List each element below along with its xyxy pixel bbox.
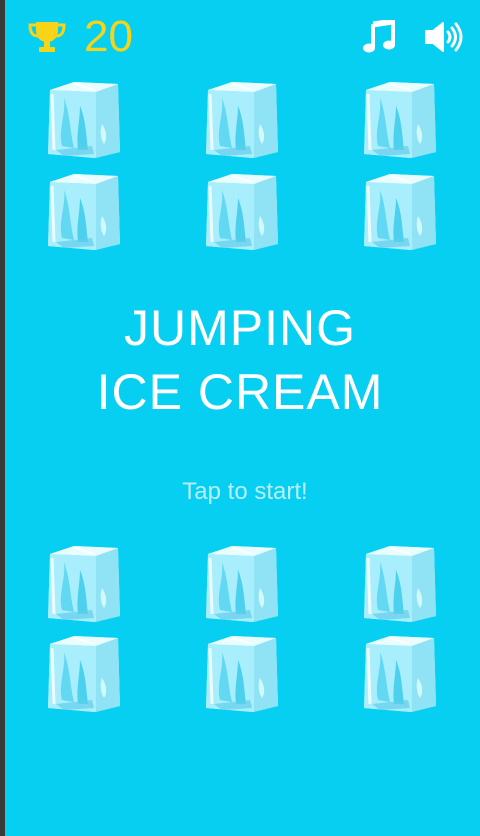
- ice-cube-icon: [206, 546, 278, 622]
- ice-cube-icon: [364, 82, 436, 158]
- score-display: 20: [28, 14, 133, 60]
- speaker-icon: [425, 22, 463, 52]
- ice-cube-icon: [364, 636, 436, 712]
- game-title-line-2: ICE CREAM: [96, 364, 384, 420]
- ice-cube-icon: [48, 546, 120, 622]
- ice-cube-icon: [48, 174, 120, 250]
- music-note-icon: [363, 20, 395, 53]
- ice-cube-icon: [206, 82, 278, 158]
- sound-toggle-button[interactable]: [424, 20, 464, 54]
- ice-cube-icon: [48, 636, 120, 712]
- trophy-icon: [28, 22, 66, 52]
- music-toggle-button[interactable]: [363, 20, 397, 54]
- game-title-line-1: JUMPING: [124, 300, 356, 356]
- game-title: JUMPING ICE CREAM: [0, 296, 480, 424]
- score-value: 20: [84, 12, 133, 61]
- ice-cube-icon: [364, 174, 436, 250]
- ice-cube-icon: [206, 174, 278, 250]
- ice-cube-icon: [364, 546, 436, 622]
- ice-cube-icon: [48, 82, 120, 158]
- ice-cube-icon: [206, 636, 278, 712]
- tap-to-start-prompt[interactable]: Tap to start!: [0, 478, 480, 506]
